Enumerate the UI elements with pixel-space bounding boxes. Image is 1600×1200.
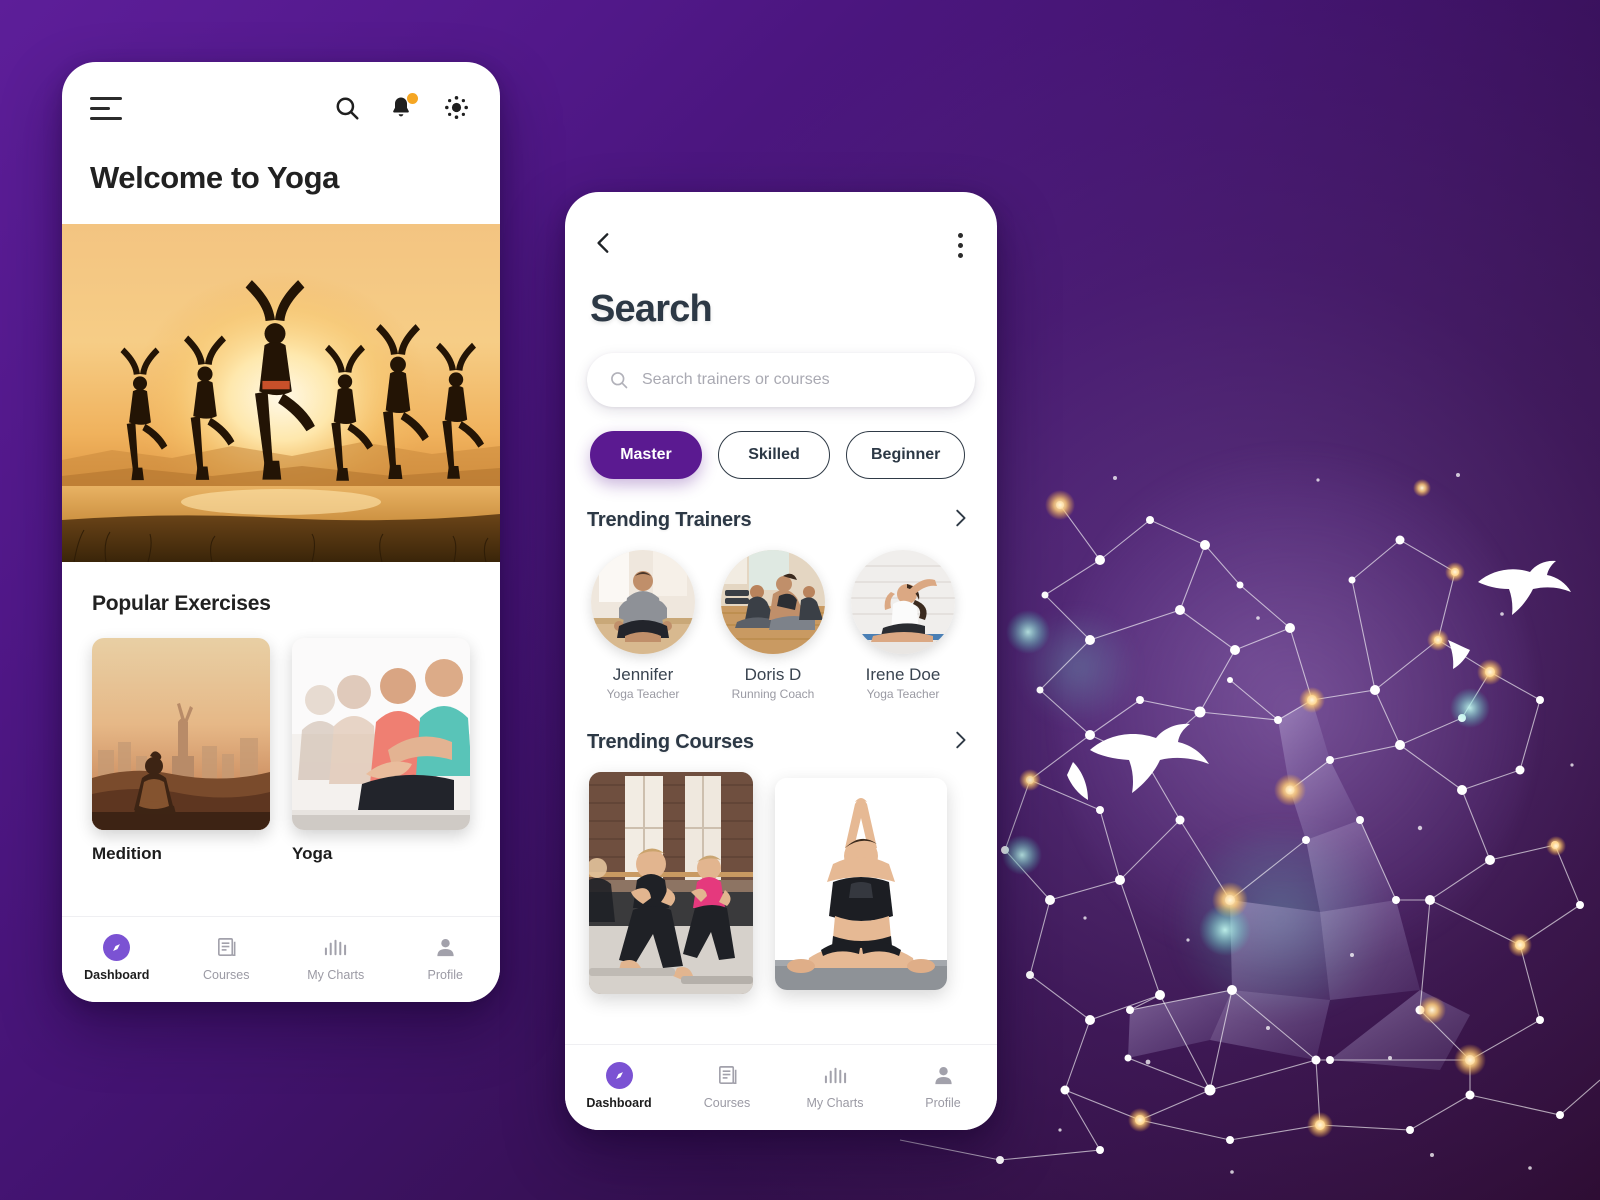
- exercise-card-grid: Medition Yoga: [92, 638, 470, 864]
- teal-glow-secondary: [1018, 612, 1138, 722]
- exercise-card[interactable]: Medition: [92, 638, 270, 864]
- bar-chart-icon: [823, 1062, 848, 1089]
- bird-icon: [1448, 560, 1571, 669]
- app-showcase-canvas: Welcome to Yoga Popular Exercises Mediti…: [0, 0, 1600, 1200]
- trainer-name: Jennifer: [612, 665, 674, 684]
- chevron-left-icon[interactable]: [591, 230, 617, 261]
- settings-icon[interactable]: [444, 95, 470, 121]
- nav-item-dashboard[interactable]: Dashboard: [62, 933, 172, 982]
- nav-label: My Charts: [806, 1095, 864, 1110]
- nav-label: Courses: [703, 1095, 751, 1110]
- section-title-popular-exercises: Popular Exercises: [92, 592, 271, 615]
- page-title: Search: [590, 288, 713, 330]
- yoga-thumbnail: [292, 638, 470, 830]
- filter-pill-master[interactable]: Master: [590, 431, 702, 479]
- trainer-role: Yoga Teacher: [866, 687, 940, 701]
- search-input[interactable]: Search trainers or courses: [587, 353, 975, 407]
- search-screen-phone: Search Search trainers or courses Master…: [565, 192, 997, 1130]
- chevron-right-icon[interactable]: [949, 729, 971, 756]
- bell-icon[interactable]: [389, 93, 418, 121]
- trainer-role: Yoga Teacher: [606, 687, 680, 701]
- star-dust: [978, 473, 1574, 1174]
- person-icon: [434, 934, 457, 961]
- trainer-card[interactable]: Doris D Running Coach: [719, 550, 827, 701]
- bar-chart-icon: [323, 934, 348, 961]
- search-placeholder: Search trainers or courses: [642, 371, 830, 388]
- person-icon: [932, 1062, 955, 1089]
- document-icon: [215, 934, 238, 961]
- hamburger-menu-icon[interactable]: [90, 96, 122, 120]
- home-top-actions: [334, 93, 470, 121]
- nav-item-courses[interactable]: Courses: [172, 934, 282, 982]
- level-filter-group: Master Skilled Beginner: [587, 431, 975, 479]
- trainer-name: Doris D: [744, 665, 802, 684]
- nav-label: Courses: [202, 967, 250, 982]
- warm-sparkles: [1002, 479, 1566, 1138]
- course-card[interactable]: [775, 778, 947, 990]
- bottom-navigation: Dashboard Courses My Charts Profile: [565, 1044, 997, 1130]
- kebab-menu-icon[interactable]: [954, 229, 967, 262]
- home-screen-phone: Welcome to Yoga Popular Exercises Mediti…: [62, 62, 500, 1002]
- popular-exercises-section: Popular Exercises Medition Yoga: [62, 562, 500, 864]
- exercise-card[interactable]: Yoga: [292, 638, 470, 864]
- course-thumbnail: [775, 778, 947, 990]
- purple-glow-orb: [1055, 430, 1535, 990]
- page-title: Welcome to Yoga: [90, 160, 339, 195]
- trainer-role: Running Coach: [731, 687, 815, 701]
- nav-label: Dashboard: [586, 1095, 652, 1110]
- trainer-name: Irene Doe: [865, 665, 941, 684]
- document-icon: [716, 1062, 739, 1089]
- avatar: [591, 550, 695, 654]
- trending-trainers-header: Trending Trainers: [587, 507, 975, 534]
- search-icon[interactable]: [334, 95, 360, 121]
- network-nodes: [996, 501, 1584, 1164]
- section-title-trending-trainers: Trending Trainers: [587, 509, 752, 531]
- course-thumbnail: [589, 772, 753, 994]
- course-card[interactable]: [589, 772, 753, 994]
- trainer-card[interactable]: Jennifer Yoga Teacher: [589, 550, 697, 701]
- search-body: Search trainers or courses Master Skille…: [565, 331, 997, 994]
- compass-icon: [605, 1061, 633, 1089]
- nav-label: Dashboard: [84, 967, 150, 982]
- nav-label: Profile: [427, 967, 463, 982]
- nav-item-my-charts[interactable]: My Charts: [281, 934, 391, 982]
- home-top-bar: [62, 62, 500, 154]
- trainer-card[interactable]: Irene Doe Yoga Teacher: [849, 550, 957, 701]
- compass-icon: [103, 933, 131, 961]
- meditation-thumbnail: [92, 638, 270, 830]
- low-poly-body: [1128, 700, 1470, 1070]
- nav-item-profile[interactable]: Profile: [391, 934, 501, 982]
- section-title-trending-courses: Trending Courses: [587, 731, 754, 753]
- nav-label: Profile: [925, 1095, 961, 1110]
- bottom-navigation: Dashboard Courses My Charts Profile: [62, 916, 500, 1002]
- avatar: [851, 550, 955, 654]
- chevron-right-icon[interactable]: [949, 507, 971, 534]
- nav-item-profile[interactable]: Profile: [889, 1062, 997, 1110]
- notification-badge: [407, 93, 418, 104]
- bird-icon: [1067, 723, 1209, 800]
- nav-item-dashboard[interactable]: Dashboard: [565, 1061, 673, 1110]
- filter-pill-beginner[interactable]: Beginner: [846, 431, 966, 479]
- exercise-label: Medition: [92, 844, 162, 863]
- nav-label: My Charts: [307, 967, 365, 982]
- nav-item-my-charts[interactable]: My Charts: [781, 1062, 889, 1110]
- network-lines: [899, 504, 1600, 1161]
- filter-pill-skilled[interactable]: Skilled: [718, 431, 830, 479]
- nav-item-courses[interactable]: Courses: [673, 1062, 781, 1110]
- teal-glow: [1170, 830, 1390, 1010]
- trainer-list: Jennifer Yoga Teacher Doris D Running Co…: [587, 550, 975, 701]
- search-icon: [609, 370, 629, 390]
- search-top-bar: [565, 192, 997, 288]
- trending-courses-header: Trending Courses: [587, 729, 975, 756]
- hero-image: [62, 224, 500, 562]
- exercise-label: Yoga: [292, 844, 333, 863]
- avatar: [721, 550, 825, 654]
- course-list: [587, 772, 975, 994]
